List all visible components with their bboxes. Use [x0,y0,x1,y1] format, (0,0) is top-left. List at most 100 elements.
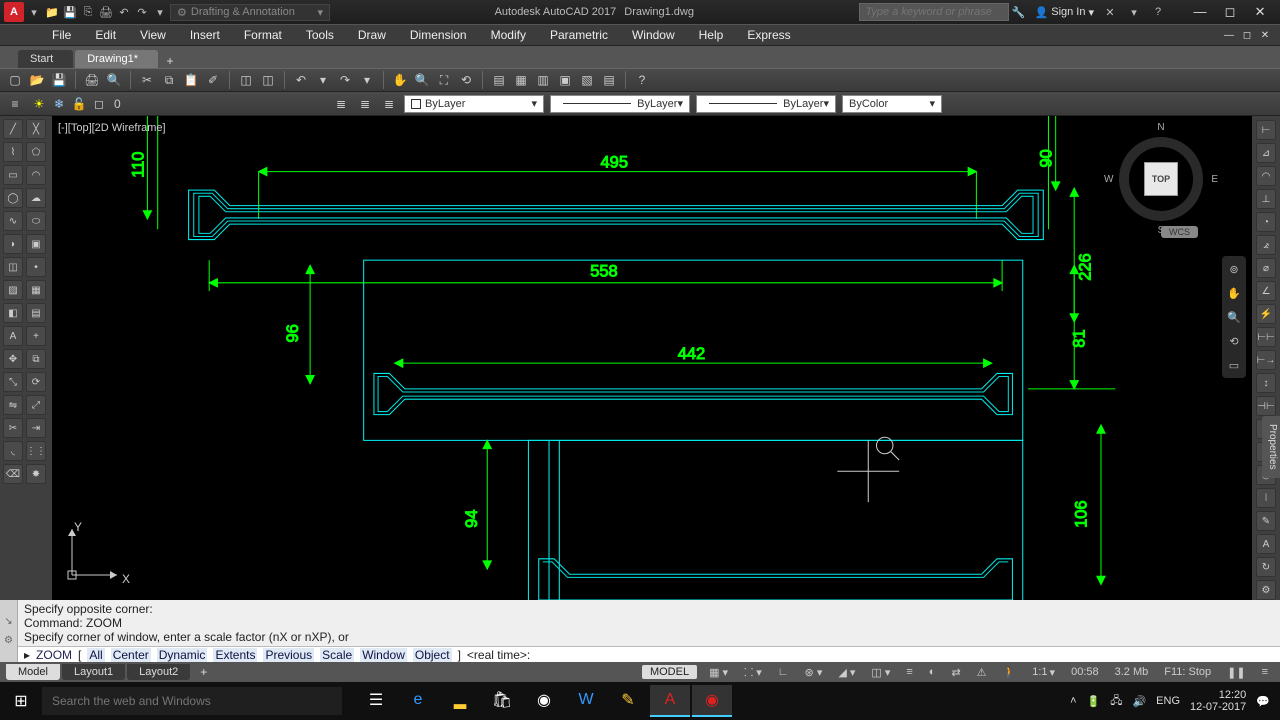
trim-tool-icon[interactable]: ✂ [3,418,23,438]
tray-up-icon[interactable]: ˄ [1070,695,1076,707]
dimupdate-icon[interactable]: ↻ [1256,557,1276,577]
cmd-recent-icon[interactable]: ↘ [4,616,12,627]
taskbar-explorer-icon[interactable]: ▂ [440,685,480,717]
taskbar-autocad-icon[interactable]: A [650,685,690,717]
properties-palette-tab[interactable]: Properties [1262,416,1280,478]
viewcube-w[interactable]: W [1104,174,1113,185]
extend-tool-icon[interactable]: ⇥ [26,418,46,438]
status-transparency-icon[interactable]: ◐ [925,666,940,678]
jogline-icon[interactable]: ⦚ [1256,488,1276,508]
mirror-tool-icon[interactable]: ⇋ [3,395,23,415]
nav-pan-icon[interactable]: ✋ [1225,284,1243,302]
layerprev-icon[interactable]: ≣ [380,95,398,113]
revcloud-tool-icon[interactable]: ☁ [26,188,46,208]
taskbar-edge-icon[interactable]: e [398,685,438,717]
tab-new-button[interactable]: + [160,54,180,68]
command-history[interactable]: Specify opposite corner: Command: ZOOM S… [18,600,1280,646]
layeroff-icon[interactable]: ≣ [356,95,374,113]
stretch-tool-icon[interactable]: ⤡ [3,372,23,392]
cmd-opt-object[interactable]: Object [413,648,452,662]
menu-format[interactable]: Format [232,24,294,46]
layer-name[interactable]: 0 [110,97,260,111]
hatch-tool-icon[interactable]: ▨ [3,280,23,300]
status-f11[interactable]: F11: Stop [1160,666,1215,678]
tab-drawing1[interactable]: Drawing1* [75,50,158,68]
task-view-icon[interactable]: ☰ [356,685,396,717]
tb-zoomrt-icon[interactable]: 🔍 [413,71,431,89]
status-annoscale-icon[interactable]: 🚶 [999,666,1021,679]
tb-block-icon[interactable]: ◫ [237,71,255,89]
nav-showmotion-icon[interactable]: ▭ [1225,356,1243,374]
tb-new-icon[interactable]: ▢ [6,71,24,89]
layer-lock-icon[interactable]: 🔓 [70,95,88,113]
layout-tab-2[interactable]: Layout2 [127,664,190,680]
qat-open-icon[interactable]: 📁 [44,4,60,20]
tray-clock[interactable]: 12:20 12-07-2017 [1190,689,1246,713]
tb-ssm-icon[interactable]: ▣ [556,71,574,89]
tb-undo-drop-icon[interactable]: ▾ [314,71,332,89]
qat-saveas-icon[interactable]: ⎘ [80,4,96,20]
erase-tool-icon[interactable]: ⌫ [3,464,23,484]
exchange-icon[interactable]: ✕ [1102,4,1118,20]
tb-dc-icon[interactable]: ▦ [512,71,530,89]
windows-search[interactable] [42,687,342,715]
menu-view[interactable]: View [128,24,178,46]
dimtedit-icon[interactable]: A [1256,534,1276,554]
gradient-tool-icon[interactable]: ▦ [26,280,46,300]
infocenter-icon[interactable]: 🔧 [1011,4,1027,20]
insert-tool-icon[interactable]: ▣ [26,234,46,254]
infocenter-search[interactable] [859,3,1009,21]
status-cycling-icon[interactable]: ⇄ [947,666,964,679]
status-lwt-icon[interactable]: ≡ [902,666,916,678]
tb-save-icon[interactable]: 💾 [50,71,68,89]
status-isodraft-icon[interactable]: ◢ ▾ [834,666,859,679]
window-minimize-button[interactable]: — [1188,4,1212,20]
mdi-minimize-button[interactable]: — [1220,30,1238,41]
mtext-tool-icon[interactable]: A [3,326,23,346]
layer-on-icon[interactable]: ☀ [30,95,48,113]
command-input[interactable]: ▸ ZOOM [ All Center Dynamic Extents Prev… [18,646,1280,662]
tb-prop-icon[interactable]: ▤ [490,71,508,89]
dim-baseline-icon[interactable]: ⊢⊢ [1256,327,1276,347]
window-maximize-button[interactable]: ◻ [1218,4,1242,20]
spline-tool-icon[interactable]: ∿ [3,211,23,231]
menu-draw[interactable]: Draw [346,24,398,46]
scale-tool-icon[interactable]: ⤢ [26,395,46,415]
command-grip[interactable]: ↘⚙ [0,600,18,662]
mdi-close-button[interactable]: ✕ [1256,30,1274,41]
nav-zoom-icon[interactable]: 🔍 [1225,308,1243,326]
tb-help-icon[interactable]: ? [633,71,651,89]
tb-open-icon[interactable]: 📂 [28,71,46,89]
tb-zoomwin-icon[interactable]: ⛶ [435,71,453,89]
status-polar-icon[interactable]: ⊛ ▾ [801,666,827,679]
addsel-tool-icon[interactable]: + [26,326,46,346]
plotstyle-combo[interactable]: ByColor▾ [842,95,942,113]
taskbar-word-icon[interactable]: W [566,685,606,717]
point-tool-icon[interactable]: • [26,257,46,277]
explode-tool-icon[interactable]: ✸ [26,464,46,484]
tb-paste-icon[interactable]: 📋 [182,71,200,89]
ellipsearc-tool-icon[interactable]: ◗ [3,234,23,254]
taskbar-chrome-icon[interactable]: ◉ [524,685,564,717]
menu-file[interactable]: File [40,24,83,46]
menu-express[interactable]: Express [735,24,802,46]
status-pause-icon[interactable]: ❚❚ [1223,666,1249,679]
menu-help[interactable]: Help [687,24,736,46]
status-ortho-icon[interactable]: ∟ [774,666,793,678]
qat-more-icon[interactable]: ▾ [152,4,168,20]
viewcube-e[interactable]: E [1211,174,1218,185]
tb-block2-icon[interactable]: ◫ [259,71,277,89]
dimedit-icon[interactable]: ✎ [1256,511,1276,531]
nav-wheel-icon[interactable]: ⊚ [1225,260,1243,278]
color-combo[interactable]: ByLayer▾ [404,95,544,113]
table-tool-icon[interactable]: ▤ [26,303,46,323]
tray-network-icon[interactable]: 🖧 [1110,692,1122,711]
xline-tool-icon[interactable]: ╳ [26,119,46,139]
dim-continue-icon[interactable]: ⊢→ [1256,350,1276,370]
tb-plot-icon[interactable]: 🖨 [83,71,101,89]
layout-tab-model[interactable]: Model [6,664,60,680]
tray-battery-icon[interactable]: 🔋 [1087,695,1101,708]
status-annomon-icon[interactable]: ⚠ [973,666,991,679]
layeriso-icon[interactable]: ≣ [332,95,350,113]
qat-undo-icon[interactable]: ↶ [116,4,132,20]
